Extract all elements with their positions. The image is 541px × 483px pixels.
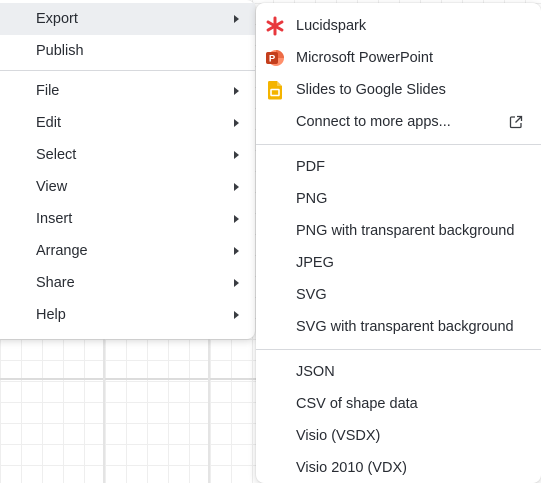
- menu-item-label: Arrange: [36, 243, 88, 259]
- menu-item-share[interactable]: Share: [0, 267, 255, 299]
- export-visio-vdx[interactable]: Visio 2010 (VDX): [256, 452, 541, 483]
- export-powerpoint[interactable]: P Microsoft PowerPoint: [256, 42, 541, 74]
- menu-item-label: Edit: [36, 115, 61, 131]
- export-lucidspark[interactable]: Lucidspark: [256, 10, 541, 42]
- export-item-label: CSV of shape data: [296, 396, 418, 412]
- menu-item-export[interactable]: Export: [0, 3, 255, 35]
- export-item-label: Visio 2010 (VDX): [296, 460, 407, 476]
- export-submenu: Lucidspark P Microsoft PowerPoint Slides…: [256, 3, 541, 483]
- menu-item-select[interactable]: Select: [0, 139, 255, 171]
- main-menu: Export Publish File Edit Select View Ins…: [0, 0, 255, 339]
- chevron-right-icon: [234, 183, 239, 191]
- menu-item-publish[interactable]: Publish: [0, 35, 255, 67]
- lucidspark-icon: [266, 16, 284, 36]
- export-item-label: Connect to more apps...: [296, 114, 451, 130]
- canvas-grid-line: [208, 330, 210, 483]
- chevron-right-icon: [234, 279, 239, 287]
- export-item-label: Lucidspark: [296, 18, 367, 34]
- export-item-label: Slides to Google Slides: [296, 82, 446, 98]
- chevron-right-icon: [234, 15, 239, 23]
- chevron-right-icon: [234, 87, 239, 95]
- menu-item-label: Help: [36, 307, 66, 323]
- chevron-right-icon: [234, 247, 239, 255]
- menu-divider: [256, 349, 541, 350]
- menu-item-label: Export: [36, 11, 78, 27]
- export-png-transparent[interactable]: PNG with transparent background: [256, 215, 541, 247]
- external-link-icon: [509, 115, 523, 129]
- export-item-label: Microsoft PowerPoint: [296, 50, 433, 66]
- export-item-label: PNG with transparent background: [296, 223, 515, 239]
- export-item-label: PDF: [296, 159, 325, 175]
- canvas-grid-line: [103, 330, 105, 483]
- menu-item-label: Share: [36, 275, 75, 291]
- menu-item-help[interactable]: Help: [0, 299, 255, 331]
- export-item-label: JPEG: [296, 255, 334, 271]
- export-svg-transparent[interactable]: SVG with transparent background: [256, 311, 541, 343]
- menu-item-label: File: [36, 83, 60, 99]
- menu-item-edit[interactable]: Edit: [0, 107, 255, 139]
- export-item-label: JSON: [296, 364, 335, 380]
- chevron-right-icon: [234, 311, 239, 319]
- svg-text:P: P: [269, 54, 276, 65]
- export-item-label: SVG: [296, 287, 327, 303]
- export-google-slides[interactable]: Slides to Google Slides: [256, 74, 541, 106]
- menu-item-insert[interactable]: Insert: [0, 203, 255, 235]
- chevron-right-icon: [234, 151, 239, 159]
- menu-divider: [0, 70, 255, 71]
- menu-item-label: View: [36, 179, 68, 195]
- menu-item-file[interactable]: File: [0, 75, 255, 107]
- menu-item-label: Publish: [36, 43, 84, 59]
- menu-item-label: Select: [36, 147, 77, 163]
- export-csv-shape-data[interactable]: CSV of shape data: [256, 388, 541, 420]
- connect-more-apps[interactable]: Connect to more apps...: [256, 106, 541, 138]
- chevron-right-icon: [234, 215, 239, 223]
- export-png[interactable]: PNG: [256, 183, 541, 215]
- menu-item-arrange[interactable]: Arrange: [0, 235, 255, 267]
- export-svg[interactable]: SVG: [256, 279, 541, 311]
- export-visio-vsdx[interactable]: Visio (VSDX): [256, 420, 541, 452]
- export-item-label: Visio (VSDX): [296, 428, 381, 444]
- export-item-label: PNG: [296, 191, 328, 207]
- powerpoint-icon: P: [266, 50, 284, 66]
- export-json[interactable]: JSON: [256, 356, 541, 388]
- menu-item-label: Insert: [36, 211, 73, 227]
- chevron-right-icon: [234, 119, 239, 127]
- export-item-label: SVG with transparent background: [296, 319, 514, 335]
- menu-divider: [256, 144, 541, 145]
- menu-item-view[interactable]: View: [0, 171, 255, 203]
- export-pdf[interactable]: PDF: [256, 151, 541, 183]
- google-slides-icon: [267, 81, 282, 100]
- export-jpeg[interactable]: JPEG: [256, 247, 541, 279]
